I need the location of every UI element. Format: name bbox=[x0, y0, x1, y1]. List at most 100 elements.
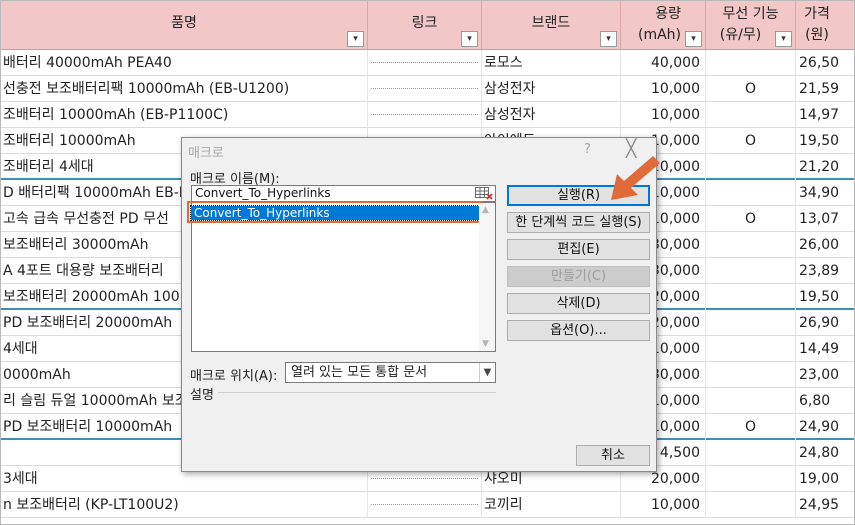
cell-price[interactable]: 14,49 bbox=[796, 336, 854, 362]
cell-wireless[interactable] bbox=[706, 258, 796, 284]
ref-edit-icon[interactable] bbox=[475, 187, 493, 200]
chevron-down-icon[interactable]: ▼ bbox=[479, 363, 495, 382]
hyperlink-preview[interactable] bbox=[371, 478, 478, 479]
cell-price[interactable]: 6,80 bbox=[796, 388, 854, 414]
header-wireless-line1: 무선 기능 bbox=[722, 6, 779, 22]
macro-list[interactable] bbox=[191, 202, 496, 352]
cell-price[interactable]: 26,00 bbox=[796, 232, 854, 258]
cell-wireless[interactable] bbox=[706, 154, 796, 180]
filter-dropdown-icon[interactable]: ▾ bbox=[347, 31, 364, 47]
cell-brand[interactable]: 삼성전자 bbox=[482, 102, 621, 128]
cell-link[interactable] bbox=[368, 102, 482, 128]
cancel-button[interactable]: 취소 bbox=[576, 445, 650, 466]
cell-wireless[interactable] bbox=[706, 50, 796, 76]
description-divider bbox=[218, 392, 496, 393]
header-brand-label: 브랜드 bbox=[531, 15, 571, 31]
table-row: 선충전 보조배터리팩 10000mAh (EB-U1200) 삼성전자 10,000… bbox=[1, 76, 854, 102]
macro-location-select[interactable]: 열려 있는 모든 통합 문서 ▼ bbox=[285, 362, 496, 383]
macro-name-input[interactable]: Convert_To_Hyperlinks bbox=[191, 185, 496, 202]
header-link[interactable]: 링크 ▾ bbox=[368, 1, 482, 50]
filter-dropdown-icon[interactable]: ▾ bbox=[775, 31, 792, 47]
cell-name[interactable]: n 보조배터리 (KP-LT100U2) bbox=[1, 492, 368, 518]
step-into-button[interactable]: 한 단계씩 코드 실행(S) bbox=[507, 212, 650, 233]
cell-wireless[interactable]: O bbox=[706, 414, 796, 440]
cell-price[interactable]: 21,59 bbox=[796, 76, 854, 102]
hyperlink-preview[interactable] bbox=[371, 114, 478, 115]
cell-wireless[interactable] bbox=[706, 466, 796, 492]
header-price-line1: 가격 bbox=[804, 6, 830, 22]
edit-button[interactable]: 편집(E) bbox=[507, 239, 650, 260]
cell-capacity[interactable]: 10,000 bbox=[621, 492, 706, 518]
delete-button[interactable]: 삭제(D) bbox=[507, 293, 650, 314]
filter-dropdown-icon[interactable]: ▾ bbox=[685, 31, 702, 47]
cell-price[interactable]: 19,50 bbox=[796, 128, 854, 154]
hyperlink-preview[interactable] bbox=[371, 88, 478, 89]
table-header: 품명 ▾ 링크 ▾ 브랜드 ▾ 용량 (mAh) ▾ 무선 기능 (유/무) ▾… bbox=[1, 1, 854, 50]
highlight-annotation bbox=[187, 201, 483, 223]
cell-capacity[interactable]: 40,000 bbox=[621, 50, 706, 76]
cell-brand[interactable]: 로모스 bbox=[482, 50, 621, 76]
header-capacity-line1: 용량 bbox=[655, 6, 681, 22]
hyperlink-preview[interactable] bbox=[371, 62, 478, 63]
table-row: 조배터리 10000mAh (EB-P1100C) 삼성전자 10,000 14,97 bbox=[1, 102, 854, 128]
cell-price[interactable]: 26,90 bbox=[796, 310, 854, 336]
header-name[interactable]: 품명 ▾ bbox=[1, 1, 368, 50]
cell-price[interactable]: 24,80 bbox=[796, 440, 854, 466]
header-price[interactable]: 가격 (원) bbox=[796, 1, 854, 50]
red-pointer-arrow-icon bbox=[611, 156, 660, 200]
cell-wireless[interactable]: O bbox=[706, 206, 796, 232]
table-row: 배터리 40000mAh PEA40 로모스 40,000 26,50 bbox=[1, 50, 854, 76]
cell-price[interactable]: 19,00 bbox=[796, 466, 854, 492]
cell-name[interactable]: 배터리 40000mAh PEA40 bbox=[1, 50, 368, 76]
header-brand[interactable]: 브랜드 ▾ bbox=[482, 1, 621, 50]
filter-dropdown-icon[interactable]: ▾ bbox=[600, 31, 617, 47]
header-capacity[interactable]: 용량 (mAh) ▾ bbox=[621, 1, 706, 50]
cell-wireless[interactable] bbox=[706, 492, 796, 518]
cell-price[interactable]: 34,90 bbox=[796, 180, 854, 206]
cell-wireless[interactable] bbox=[706, 284, 796, 310]
cell-link[interactable] bbox=[368, 492, 482, 518]
cell-price[interactable]: 23,89 bbox=[796, 258, 854, 284]
cell-wireless[interactable] bbox=[706, 310, 796, 336]
cell-link[interactable] bbox=[368, 76, 482, 102]
macro-list-scrollbar[interactable]: ▲ ▼ bbox=[479, 203, 495, 351]
cell-capacity[interactable]: 10,000 bbox=[621, 102, 706, 128]
cell-price[interactable]: 23,00 bbox=[796, 362, 854, 388]
cell-capacity[interactable]: 10,000 bbox=[621, 76, 706, 102]
cell-price[interactable]: 26,50 bbox=[796, 50, 854, 76]
cell-price[interactable]: 13,07 bbox=[796, 206, 854, 232]
header-wireless[interactable]: 무선 기능 (유/무) ▾ bbox=[706, 1, 796, 50]
help-icon[interactable]: ? bbox=[584, 142, 591, 157]
cell-wireless[interactable] bbox=[706, 362, 796, 388]
cell-price[interactable]: 19,50 bbox=[796, 284, 854, 310]
cell-price[interactable]: 24,95 bbox=[796, 492, 854, 518]
cell-name[interactable]: 선충전 보조배터리팩 10000mAh (EB-U1200) bbox=[1, 76, 368, 102]
cell-wireless[interactable] bbox=[706, 336, 796, 362]
cell-price[interactable]: 21,20 bbox=[796, 154, 854, 180]
cell-brand[interactable]: 삼성전자 bbox=[482, 76, 621, 102]
cell-wireless[interactable] bbox=[706, 102, 796, 128]
cell-wireless[interactable]: O bbox=[706, 128, 796, 154]
scroll-up-icon[interactable]: ▲ bbox=[482, 205, 489, 215]
options-button[interactable]: 옵션(O)... bbox=[507, 320, 650, 341]
scroll-down-icon[interactable]: ▼ bbox=[482, 339, 489, 349]
create-button[interactable]: 만들기(C) bbox=[507, 266, 650, 287]
header-name-label: 품명 bbox=[171, 15, 197, 31]
cell-wireless[interactable] bbox=[706, 440, 796, 466]
cell-wireless[interactable] bbox=[706, 180, 796, 206]
cell-brand[interactable]: 코끼리 bbox=[482, 492, 621, 518]
cell-wireless[interactable]: O bbox=[706, 76, 796, 102]
cell-wireless[interactable] bbox=[706, 232, 796, 258]
cell-price[interactable]: 24,90 bbox=[796, 414, 854, 440]
macro-location-label: 매크로 위치(A): bbox=[190, 369, 278, 384]
filter-dropdown-icon[interactable]: ▾ bbox=[461, 31, 478, 47]
cell-price[interactable]: 14,97 bbox=[796, 102, 854, 128]
macro-location-value: 열려 있는 모든 통합 문서 bbox=[291, 365, 428, 380]
cell-link[interactable] bbox=[368, 50, 482, 76]
header-link-label: 링크 bbox=[411, 15, 438, 31]
cell-wireless[interactable] bbox=[706, 388, 796, 414]
table-row: n 보조배터리 (KP-LT100U2) 코끼리 10,000 24,95 bbox=[1, 492, 854, 518]
hyperlink-preview[interactable] bbox=[371, 504, 478, 505]
cell-name[interactable]: 조배터리 10000mAh (EB-P1100C) bbox=[1, 102, 368, 128]
macro-dialog: 매크로 ? ╳ 매크로 이름(M): Convert_To_Hyperlinks… bbox=[181, 137, 660, 472]
